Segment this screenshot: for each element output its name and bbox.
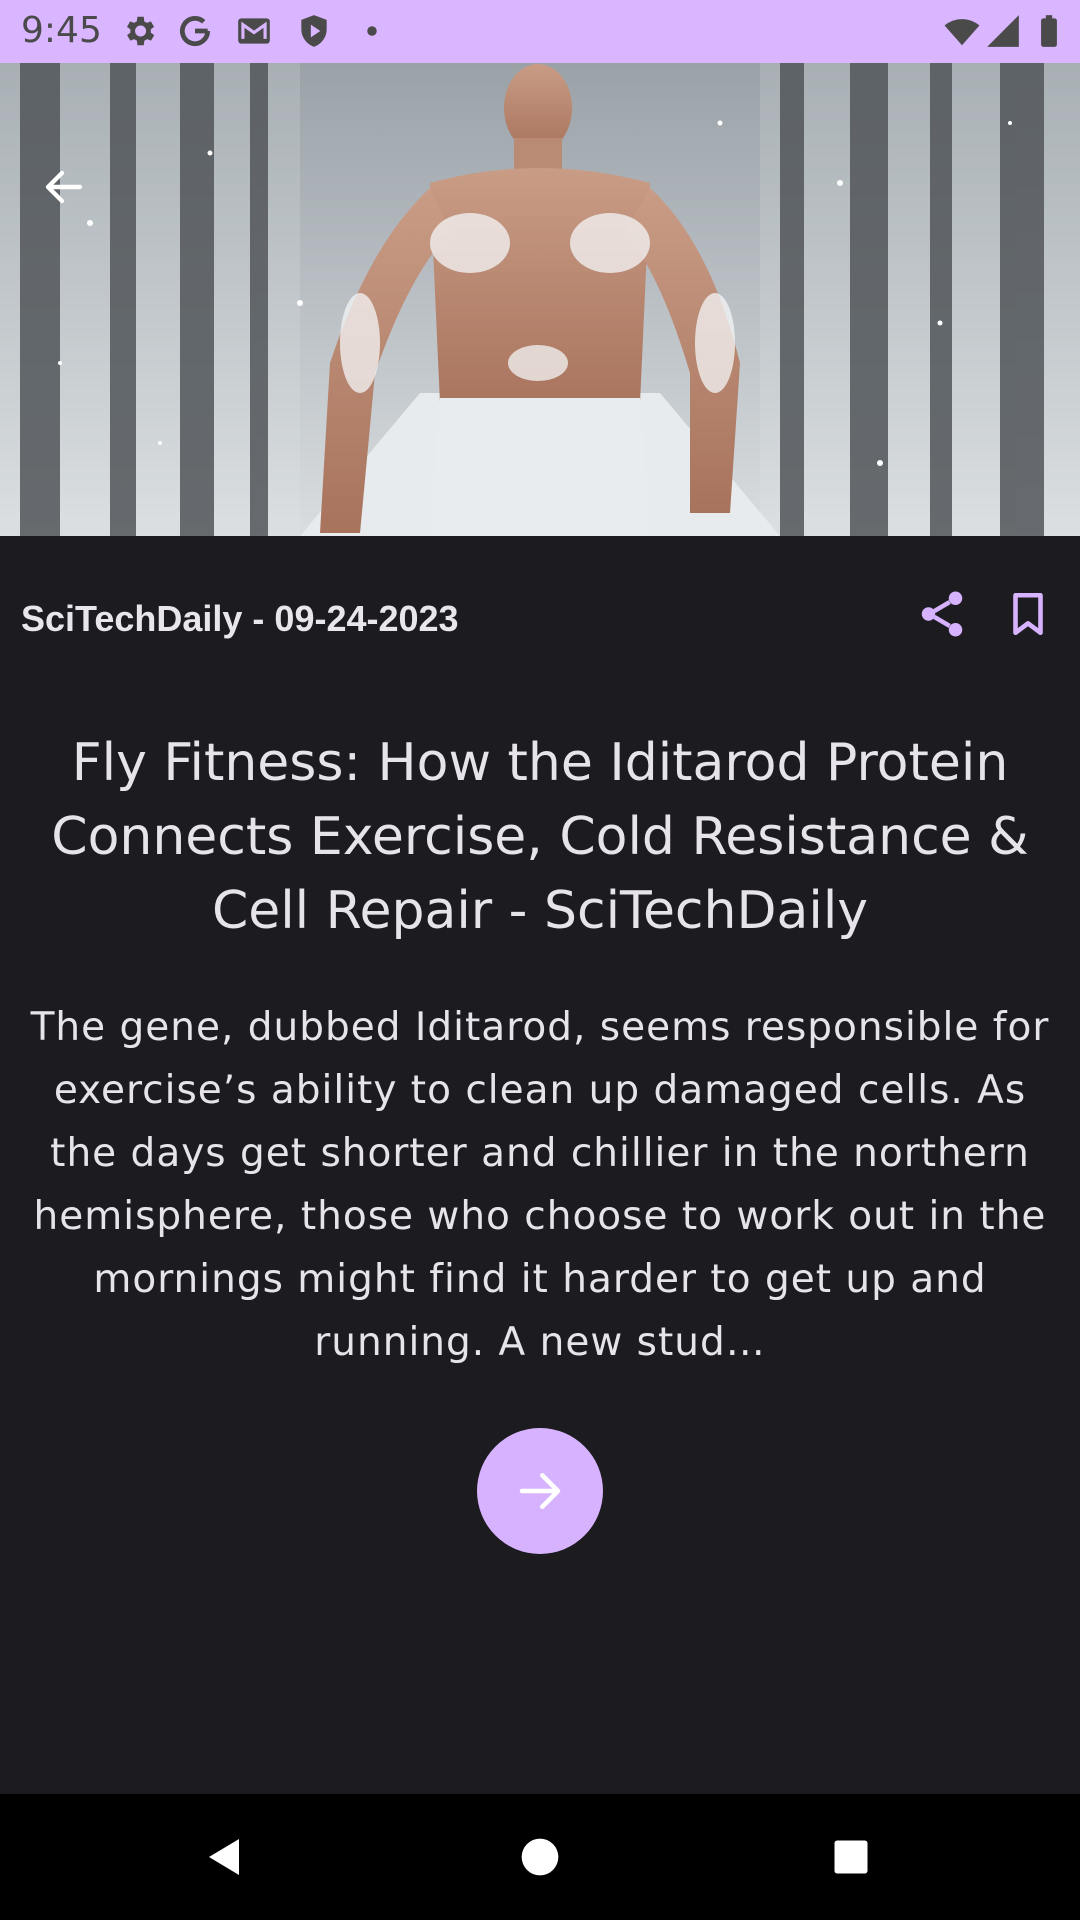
arrow-left-icon bbox=[45, 170, 83, 204]
signal-icon bbox=[987, 15, 1019, 47]
source-date-label: SciTechDaily - 09-24-2023 bbox=[21, 598, 459, 639]
google-icon bbox=[179, 16, 211, 47]
bookmark-button[interactable] bbox=[992, 578, 1064, 650]
read-more-button[interactable] bbox=[477, 1428, 603, 1554]
article-description: The gene, dubbed Iditarod, seems respons… bbox=[30, 1005, 1050, 1365]
nav-recents-button[interactable] bbox=[818, 1824, 884, 1890]
share-icon bbox=[921, 591, 963, 637]
article-content: SciTechDaily - 09-24-2023 Fly Fitness: H… bbox=[0, 536, 1080, 1794]
battery-icon bbox=[1041, 15, 1057, 47]
nav-home-button[interactable] bbox=[507, 1824, 573, 1890]
shield-play-icon bbox=[301, 15, 327, 47]
article-title: Fly Fitness: How the Iditarod Protein Co… bbox=[51, 733, 1029, 941]
dot-icon bbox=[367, 26, 377, 36]
recents-square-icon bbox=[834, 1840, 868, 1874]
hero-illustration bbox=[0, 63, 1080, 536]
back-button[interactable] bbox=[28, 151, 100, 223]
system-nav-bar bbox=[0, 1794, 1080, 1920]
arrow-right-icon bbox=[519, 1473, 561, 1509]
article-hero-image bbox=[0, 63, 1080, 536]
nav-back-button[interactable] bbox=[192, 1824, 258, 1890]
gmail-icon bbox=[238, 18, 270, 44]
status-bar: 9:45 bbox=[0, 0, 1080, 63]
bookmark-icon bbox=[1013, 592, 1043, 636]
home-circle-icon bbox=[521, 1838, 559, 1876]
status-time: 9:45 bbox=[21, 10, 102, 51]
wifi-icon bbox=[944, 19, 980, 46]
share-button[interactable] bbox=[906, 578, 978, 650]
gear-icon bbox=[126, 16, 155, 46]
back-triangle-icon bbox=[209, 1839, 239, 1875]
